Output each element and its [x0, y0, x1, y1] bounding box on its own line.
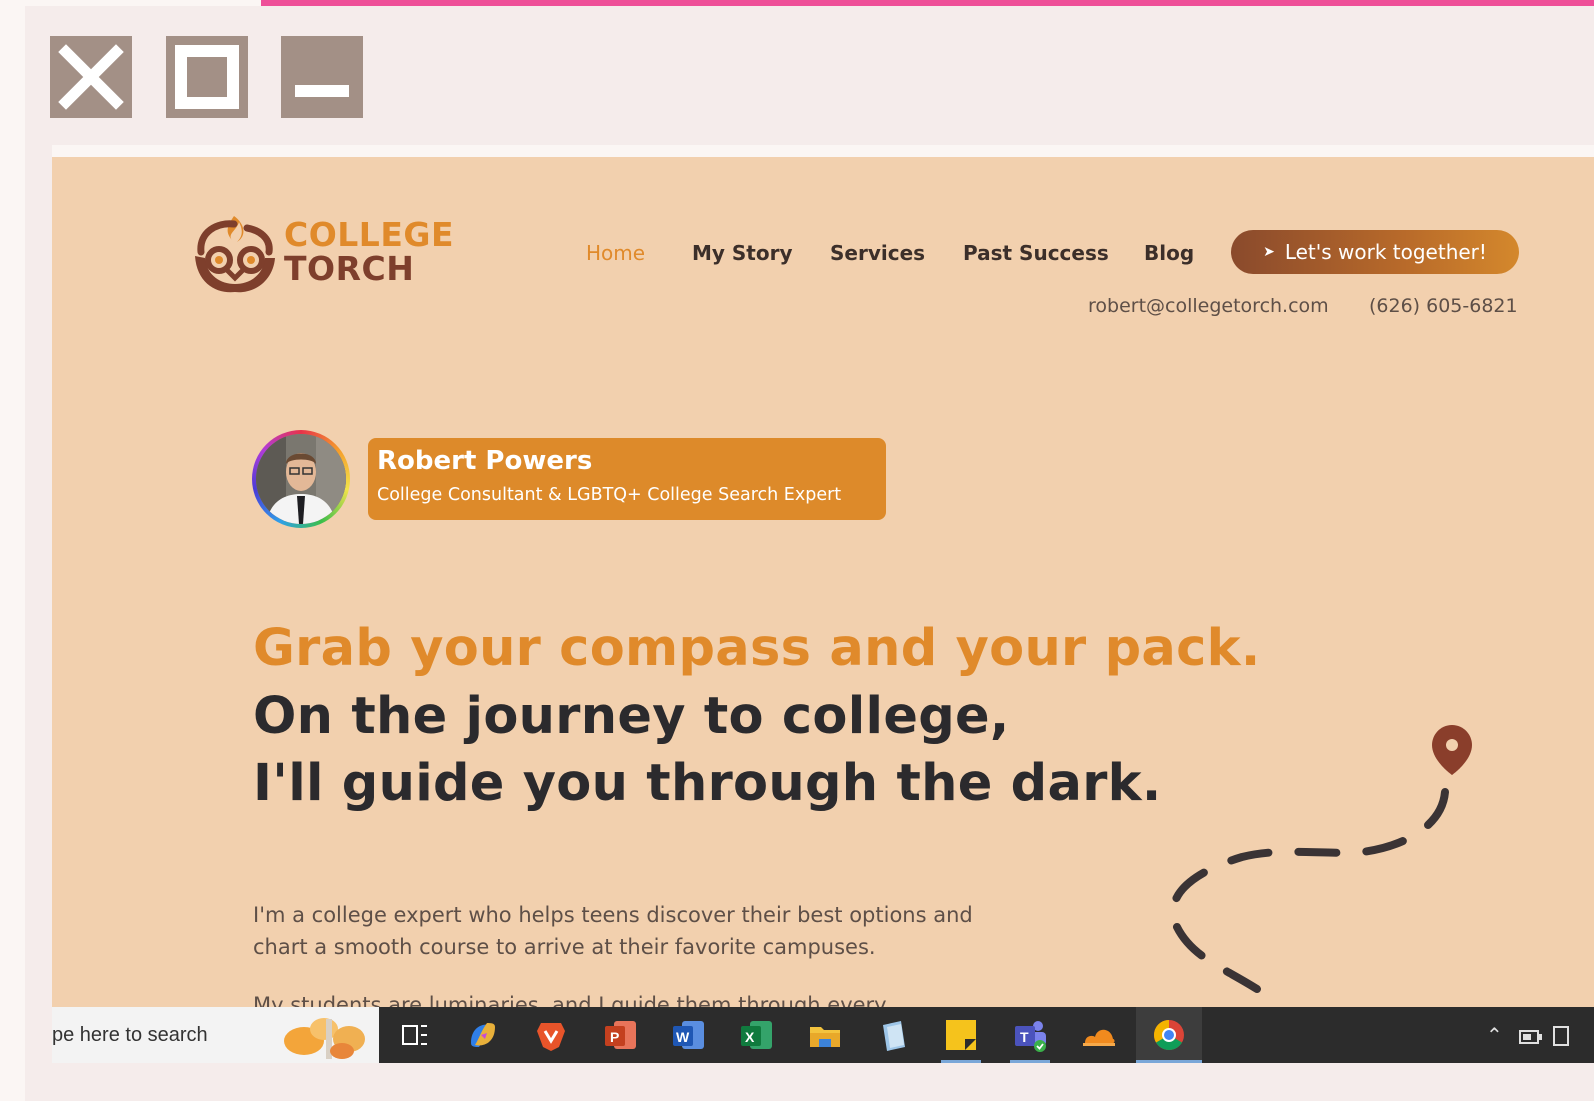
- close-icon: [58, 44, 124, 110]
- lets-work-together-button[interactable]: ➤ Let's work together!: [1231, 230, 1519, 274]
- cloud-app-icon[interactable]: [1081, 1017, 1117, 1053]
- powerpoint-icon[interactable]: P: [602, 1017, 638, 1053]
- svg-text:P: P: [610, 1029, 619, 1045]
- teams-icon[interactable]: T: [1012, 1017, 1048, 1053]
- hero-headline-line2: On the journey to college,: [253, 687, 1010, 746]
- nav-blog[interactable]: Blog: [1144, 241, 1194, 265]
- minimize-button[interactable]: [281, 36, 363, 118]
- profile-title: College Consultant & LGBTQ+ College Sear…: [377, 485, 842, 505]
- cta-label: Let's work together!: [1284, 240, 1487, 264]
- contact-phone-link[interactable]: (626) 605-6821: [1369, 295, 1518, 317]
- nav-my-story[interactable]: My Story: [692, 241, 793, 265]
- maximize-button[interactable]: [166, 36, 248, 118]
- site-logo[interactable]: COLLEGE TORCH: [187, 212, 467, 297]
- svg-text:W: W: [676, 1029, 690, 1045]
- avatar-photo: [256, 434, 346, 524]
- logo-text-college: COLLEGE: [284, 215, 454, 254]
- intro-paragraph: I'm a college expert who helps teens dis…: [253, 903, 973, 959]
- nav-home[interactable]: Home: [586, 241, 645, 265]
- sticky-notes-running-indicator: [941, 1060, 981, 1063]
- taskbar: pe here to search P W X T ⌃: [52, 1007, 1594, 1063]
- svg-text:X: X: [745, 1029, 755, 1045]
- word-icon[interactable]: W: [670, 1017, 706, 1053]
- teams-running-indicator: [1010, 1060, 1050, 1063]
- profile-card: Robert Powers College Consultant & LGBTQ…: [368, 438, 886, 520]
- minimize-icon: [295, 85, 349, 97]
- network-icon[interactable]: [1518, 1025, 1546, 1047]
- nav-services[interactable]: Services: [830, 241, 925, 265]
- hero-headline-line3: I'll guide you through the dark.: [253, 754, 1162, 813]
- maximize-icon: [175, 45, 239, 109]
- nav-past-success[interactable]: Past Success: [963, 241, 1109, 265]
- cursor-icon: ➤: [1263, 244, 1275, 260]
- hero-headline-line1: Grab your compass and your pack.: [253, 619, 1261, 678]
- taskbar-search-placeholder: pe here to search: [52, 1024, 208, 1046]
- excel-icon[interactable]: X: [738, 1017, 774, 1053]
- sticky-notes-icon[interactable]: [943, 1017, 979, 1053]
- logo-text-torch: TORCH: [284, 249, 415, 288]
- copilot-icon[interactable]: [465, 1017, 501, 1053]
- chrome-icon[interactable]: [1151, 1017, 1187, 1053]
- display-icon[interactable]: [1552, 1025, 1572, 1047]
- intro-paragraph-cut: My students are luminaries, and I guide …: [253, 993, 887, 1007]
- contact-email-link[interactable]: robert@collegetorch.com: [1088, 295, 1329, 317]
- chrome-running-indicator: [1136, 1060, 1202, 1063]
- dashed-path-decoration: [1169, 725, 1472, 993]
- chevron-up-icon[interactable]: ⌃: [1486, 1023, 1503, 1048]
- owl-torch-logo: [195, 216, 275, 293]
- browser-chrome-strip: [52, 145, 1594, 157]
- task-view-icon[interactable]: [397, 1017, 433, 1053]
- avatar: [252, 430, 350, 528]
- file-explorer-icon[interactable]: [807, 1017, 843, 1053]
- profile-name: Robert Powers: [377, 446, 593, 476]
- svg-text:T: T: [1020, 1029, 1029, 1045]
- web-page: COLLEGE TORCH Home My Story Services Pas…: [52, 157, 1594, 1007]
- brave-icon[interactable]: [533, 1017, 569, 1053]
- search-highlight-image: [284, 1018, 365, 1059]
- notepad-icon[interactable]: [875, 1017, 911, 1053]
- close-button[interactable]: [50, 36, 132, 118]
- taskbar-search-box[interactable]: pe here to search: [52, 1007, 379, 1063]
